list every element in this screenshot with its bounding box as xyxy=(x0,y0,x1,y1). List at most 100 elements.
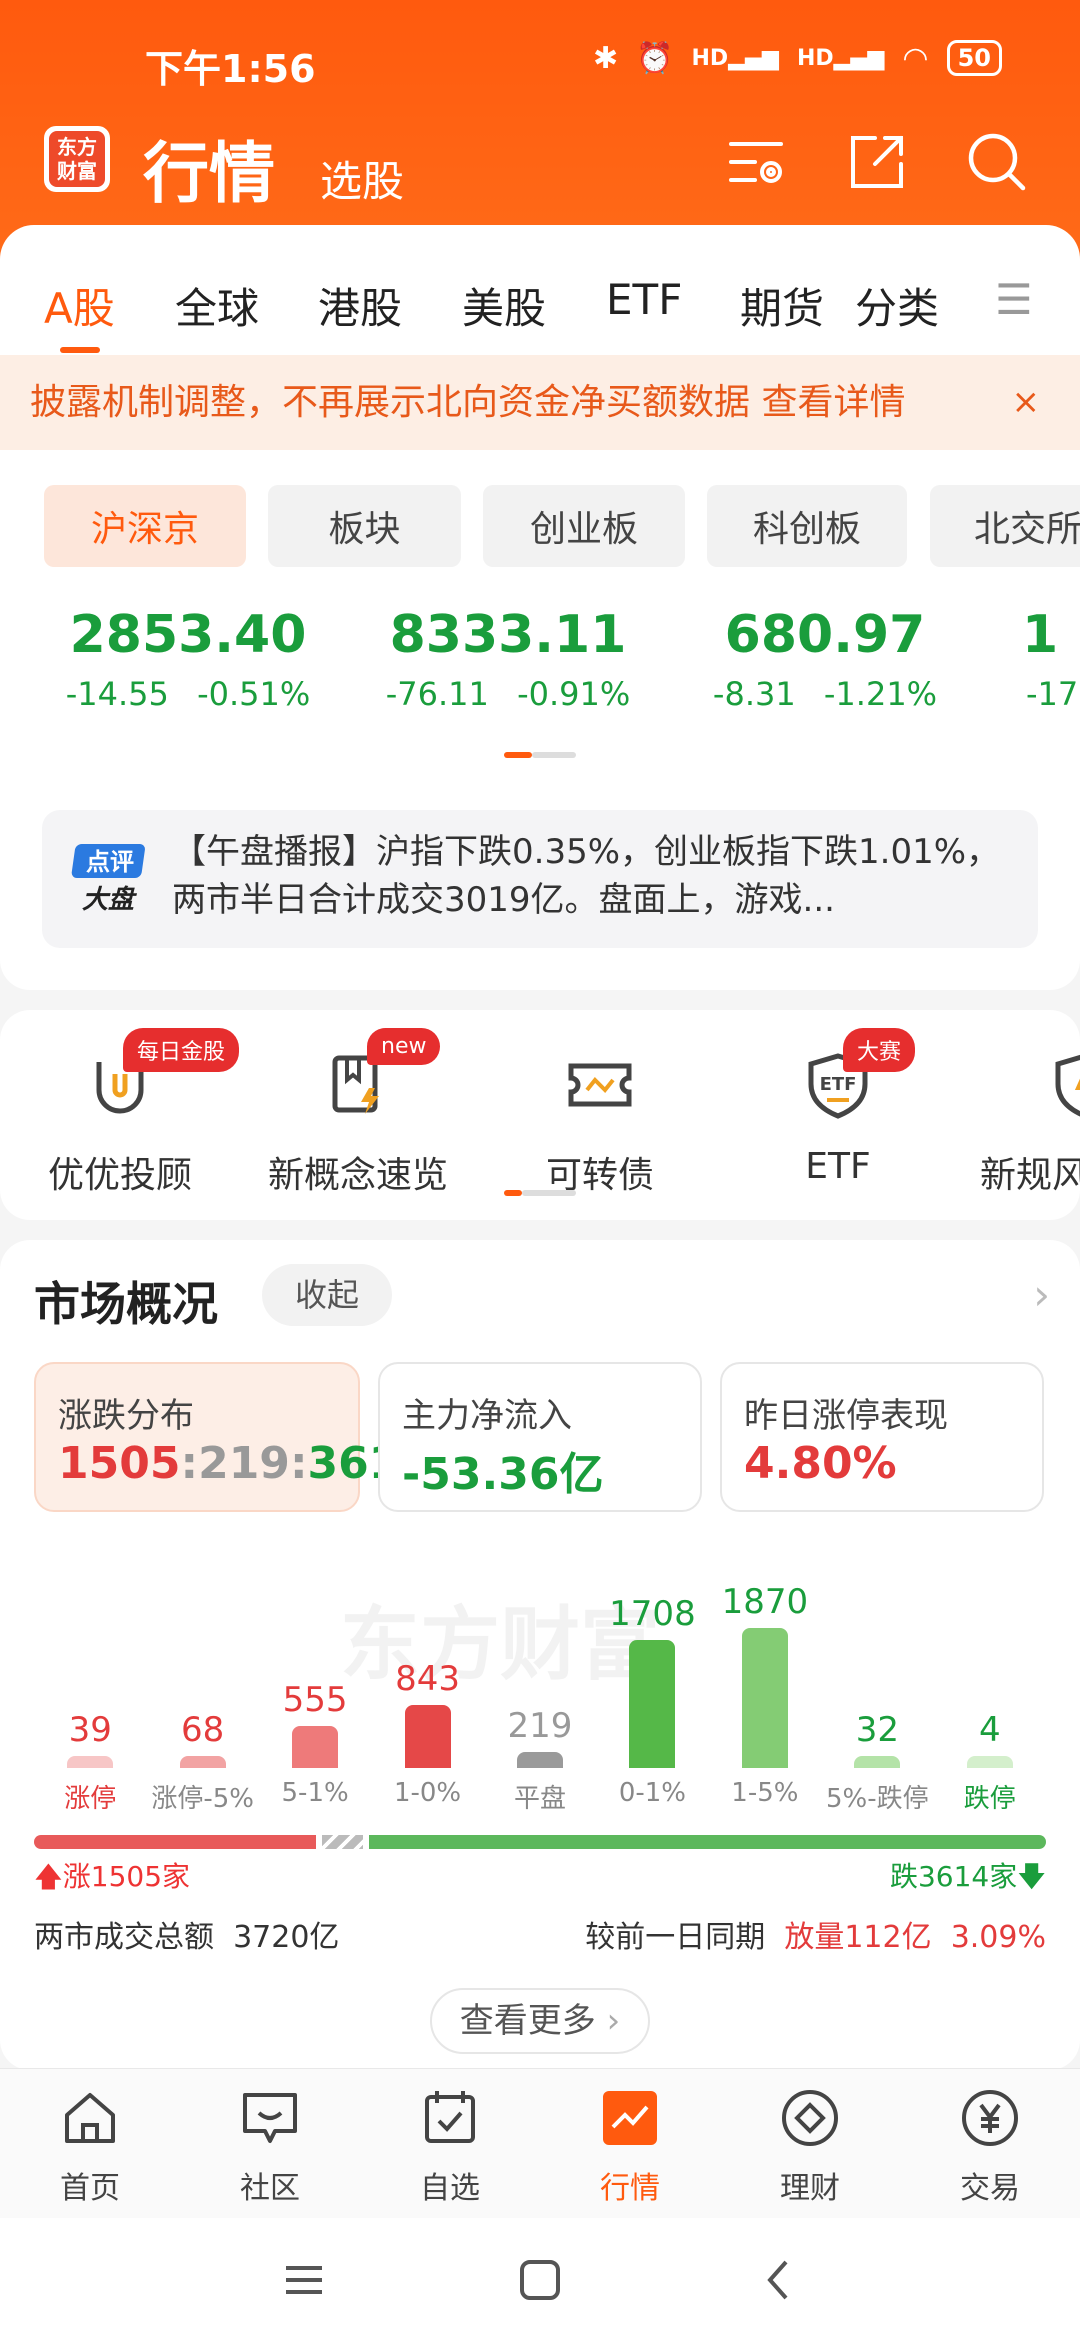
chart-bar-value: 843 xyxy=(395,1658,460,1699)
chart-bar-value: 32 xyxy=(855,1710,899,1750)
search-icon[interactable] xyxy=(965,130,1029,194)
settings-list-icon[interactable] xyxy=(725,130,789,194)
quick-entry-concepts[interactable]: new 新概念速览 xyxy=(258,1028,458,1198)
section-title: 市场概况 xyxy=(34,1277,218,1331)
chart-category-label: 1-5% xyxy=(731,1778,799,1808)
card-main-net-inflow[interactable]: 主力净流入 -53.36亿 xyxy=(378,1362,702,1512)
see-more-button[interactable]: 查看更多 › xyxy=(430,1988,650,2054)
chevron-right-icon[interactable]: › xyxy=(1033,1270,1050,1319)
svg-text:点评: 点评 xyxy=(86,848,134,876)
nav-market[interactable]: 行情 xyxy=(560,2087,700,2207)
chart-bar xyxy=(404,1704,451,1768)
card-yesterday-limit-up[interactable]: 昨日涨停表现 4.80% xyxy=(720,1362,1044,1512)
stock-picker-link[interactable]: 选股 xyxy=(320,148,404,209)
tab-etf[interactable]: ETF xyxy=(606,275,682,324)
arrow-up-icon: 🡅 xyxy=(34,1860,63,1893)
chart-category-label: 涨停 xyxy=(64,1784,117,1814)
index-value: 1 xyxy=(1022,605,1059,665)
close-icon[interactable]: × xyxy=(1012,355,1041,450)
index-card[interactable]: 680.97 -8.31 -1.21% xyxy=(695,605,955,713)
notice-text: 披露机制调整，不再展示北向资金净买额数据 查看详情 xyxy=(30,382,906,423)
ratio-flat-bar xyxy=(321,1835,363,1849)
arrow-down-icon: 🡇 xyxy=(1017,1860,1046,1893)
collapse-button[interactable]: 收起 xyxy=(262,1264,392,1326)
news-text: 【午盘播报】沪指下跌0.35%，创业板指下跌1.01%，两市半日合计成交3019… xyxy=(172,832,1001,920)
quick-entry-convertible[interactable]: 可转债 xyxy=(500,1050,700,1198)
menu-icon[interactable] xyxy=(282,2258,326,2302)
tab-category[interactable]: 分类 xyxy=(855,275,939,336)
market-news-card[interactable]: 点评 大盘 【午盘播报】沪指下跌0.35%，创业板指下跌1.01%，两市半日合计… xyxy=(42,810,1038,948)
tab-hk[interactable]: 港股 xyxy=(318,275,402,336)
battery-icon: 50 xyxy=(946,40,1002,76)
chart-category-label: 1-0% xyxy=(393,1778,462,1808)
chart-category-label: 5-1% xyxy=(281,1778,349,1808)
subtab-chinext[interactable]: 创业板 xyxy=(483,485,685,567)
nav-wealth[interactable]: 理财 xyxy=(740,2087,880,2207)
nav-community[interactable]: 社区 xyxy=(200,2087,340,2207)
chart-bar-value: 39 xyxy=(68,1710,112,1750)
index-card[interactable]: 8333.11 -76.11 -0.91% xyxy=(378,605,638,713)
svg-text:大盘: 大盘 xyxy=(82,885,138,915)
status-time: 下午1:56 xyxy=(145,47,316,91)
chart-bar xyxy=(854,1756,901,1768)
chart-icon xyxy=(603,2091,657,2145)
chart-bar-value: 68 xyxy=(181,1710,225,1750)
chart-bar-value: 219 xyxy=(507,1705,573,1746)
card-up-down-distribution[interactable]: 涨跌分布 1505:219:3614 xyxy=(34,1362,430,1512)
diamond-icon xyxy=(782,2090,838,2146)
shield-icon xyxy=(1055,1054,1080,1117)
down-count: 跌3614家🡇 xyxy=(889,1860,1046,1893)
notice-banner[interactable]: 披露机制调整，不再展示北向资金净买额数据 查看详情 × xyxy=(0,355,1080,450)
chart-bar-value: 4 xyxy=(978,1710,1001,1750)
home-button-icon[interactable] xyxy=(518,2258,562,2302)
tab-futures[interactable]: 期货 xyxy=(740,275,824,336)
quick-entry-etf[interactable]: ETF 大赛 ETF xyxy=(738,1028,938,1187)
quick-entry-rules[interactable]: 新规风 xyxy=(980,1050,1080,1198)
distribution-chart: 东方财富 39 涨停 68 涨停-5% 555 5-1% 843 1-0% 219 平盘 1708 0… xyxy=(0,1540,1080,1814)
subtab-sectors[interactable]: 板块 xyxy=(268,485,461,567)
ratio-up-bar xyxy=(34,1835,316,1849)
chart-category-label: 5%-跌停 xyxy=(826,1784,929,1814)
chart-bar xyxy=(741,1628,788,1768)
chart-category-label: 0-1% xyxy=(618,1778,687,1808)
home-icon xyxy=(65,2093,115,2143)
wifi-icon: ◠ xyxy=(902,40,929,76)
chat-icon xyxy=(243,2093,297,2143)
quick-tag: new xyxy=(367,1028,441,1065)
quick-entry-advisor[interactable]: 每日金股 优优投顾 xyxy=(20,1028,240,1198)
nav-home[interactable]: 首页 xyxy=(20,2087,160,2207)
quick-entries: 每日金股 优优投顾 new 新概念速览 可转债 ETF 大赛 ETF 新规风 xyxy=(0,1010,1080,1220)
subtab-bse[interactable]: 北交所 xyxy=(930,485,1080,567)
quick-tag: 大赛 xyxy=(843,1028,916,1072)
bottom-navigation: 首页 社区 自选 行情 理财 交易 xyxy=(0,2068,1080,2218)
subtab-shsz[interactable]: 沪深京 xyxy=(44,485,246,567)
nav-watchlist[interactable]: 自选 xyxy=(380,2087,520,2207)
back-icon[interactable] xyxy=(758,2258,802,2302)
nav-trade[interactable]: 交易 xyxy=(920,2087,1060,2207)
page-title: 行情 xyxy=(143,135,275,212)
index-card[interactable]: 1 -17.4 xyxy=(1022,605,1080,713)
chart-bar xyxy=(517,1751,563,1768)
chart-bar xyxy=(292,1726,339,1768)
tab-us[interactable]: 美股 xyxy=(462,275,546,336)
menu-icon[interactable]: ☰ xyxy=(995,275,1033,324)
share-icon[interactable] xyxy=(845,130,909,194)
yen-icon xyxy=(962,2090,1018,2146)
index-card[interactable]: 2853.40 -14.55 -0.51% xyxy=(58,605,318,713)
page-indicator xyxy=(522,1190,576,1196)
app-header: 东方财富 行情 选股 xyxy=(0,120,1080,230)
up-count: 🡅涨1505家 xyxy=(34,1860,191,1893)
tab-global[interactable]: 全球 xyxy=(175,275,259,336)
turnover-compare: 较前一日同期 放量112亿 3.09% xyxy=(585,1920,1046,1955)
app-logo[interactable]: 东方财富 xyxy=(44,126,110,192)
page-indicator-active xyxy=(504,1190,522,1196)
signal-icon-2: HD▂▄▆ xyxy=(796,45,885,71)
chart-category-label: 涨停-5% xyxy=(151,1784,254,1814)
chart-bar xyxy=(629,1640,676,1768)
commentary-badge-icon: 点评 大盘 xyxy=(71,844,145,915)
chart-category-label: 跌停 xyxy=(963,1784,1016,1814)
bluetooth-icon: ✱ xyxy=(593,40,619,76)
subtab-star[interactable]: 科创板 xyxy=(707,485,907,567)
tab-a-shares[interactable]: A股 xyxy=(44,275,115,336)
chart-bar-value: 555 xyxy=(282,1680,348,1721)
